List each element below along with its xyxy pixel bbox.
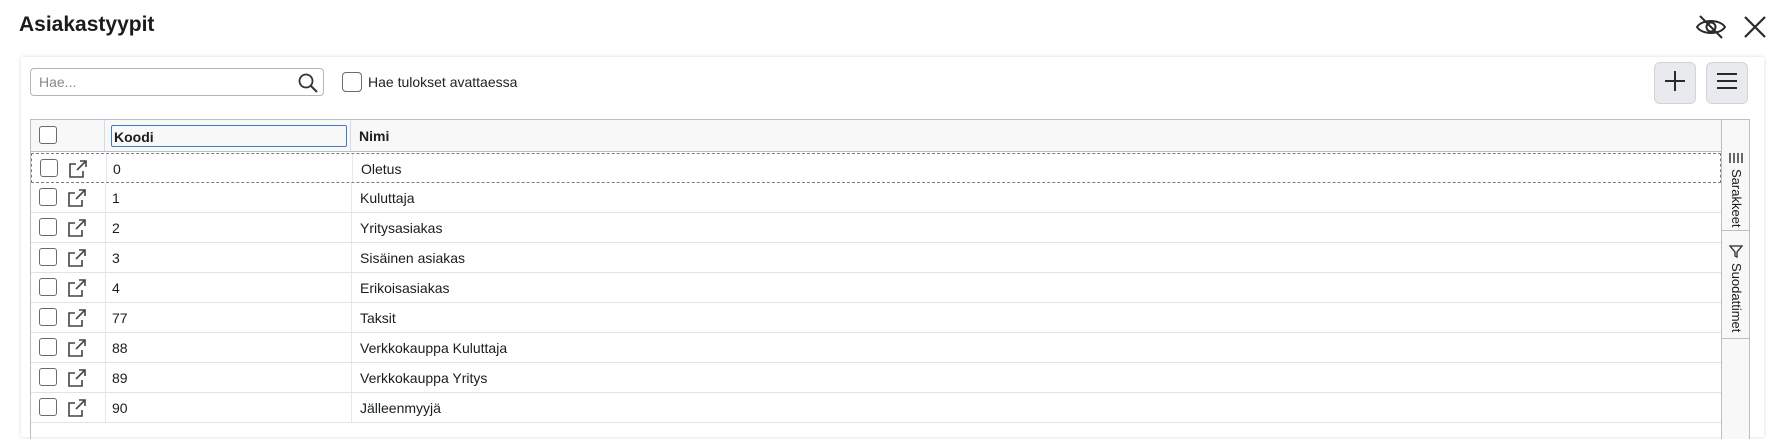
cell-code: 90 [112, 400, 128, 416]
column-divider [351, 303, 352, 332]
open-external-icon[interactable] [67, 398, 87, 418]
row-checkbox[interactable] [39, 218, 57, 236]
column-divider [105, 363, 106, 392]
open-external-icon[interactable] [68, 159, 88, 179]
open-external-icon[interactable] [67, 368, 87, 388]
header-name-label: Nimi [359, 128, 390, 144]
open-external-icon[interactable] [67, 188, 87, 208]
menu-button[interactable] [1706, 62, 1748, 104]
columns-panel-button[interactable]: Sarakkeet [1722, 135, 1749, 231]
row-checkbox[interactable] [39, 188, 57, 206]
column-divider [351, 273, 352, 302]
table-row[interactable]: 88 Verkkokauppa Kuluttaja [31, 333, 1721, 363]
filters-panel-label: Suodattimet [1729, 263, 1744, 333]
row-checkbox[interactable] [39, 248, 57, 266]
header-code[interactable]: Koodi [105, 120, 351, 151]
column-divider [105, 273, 106, 302]
table-row[interactable]: 89 Verkkokauppa Yritys [31, 363, 1721, 393]
table-row[interactable]: 77 Taksit [31, 303, 1721, 333]
row-checkbox[interactable] [39, 398, 57, 416]
column-divider [105, 213, 106, 242]
column-divider [351, 243, 352, 272]
column-divider [352, 154, 353, 182]
close-icon[interactable] [1738, 10, 1772, 44]
column-divider [105, 333, 106, 362]
open-external-icon[interactable] [67, 218, 87, 238]
filter-icon [1728, 245, 1744, 263]
cell-name: Kuluttaja [360, 190, 415, 206]
header-code-label: Koodi [114, 129, 154, 145]
row-checkbox[interactable] [39, 338, 57, 356]
column-divider [105, 183, 106, 212]
column-divider [351, 363, 352, 392]
open-external-icon[interactable] [67, 338, 87, 358]
table-row[interactable]: 4 Erikoisasiakas [31, 273, 1721, 303]
hamburger-menu-icon [1716, 71, 1738, 96]
column-divider [105, 303, 106, 332]
row-checkbox[interactable] [39, 368, 57, 386]
select-all-checkbox[interactable] [39, 126, 57, 144]
select-all-header [31, 120, 105, 151]
search-box [30, 68, 324, 96]
column-divider [106, 154, 107, 182]
data-grid: Koodi Nimi 0 Oletus 1 Kuluttaja 2 Yritysasiak… [30, 119, 1750, 439]
search-icon[interactable] [297, 72, 319, 94]
cell-code: 4 [112, 280, 120, 296]
columns-panel-label: Sarakkeet [1729, 169, 1744, 228]
row-checkbox[interactable] [39, 308, 57, 326]
cell-name: Verkkokauppa Yritys [360, 370, 488, 386]
cell-name: Sisäinen asiakas [360, 250, 466, 266]
column-divider [351, 183, 352, 212]
column-divider [351, 213, 352, 242]
column-divider [105, 393, 106, 422]
cell-code: 0 [113, 161, 121, 177]
cell-code: 89 [112, 370, 128, 386]
header-code-focus: Koodi [111, 125, 347, 147]
cell-name: Verkkokauppa Kuluttaja [360, 340, 508, 356]
cell-name: Oletus [361, 161, 402, 177]
table-row[interactable]: 2 Yritysasiakas [31, 213, 1721, 243]
eye-off-icon[interactable] [1694, 10, 1728, 44]
open-external-icon[interactable] [67, 308, 87, 328]
column-divider [351, 333, 352, 362]
cell-code: 1 [112, 190, 120, 206]
cell-code: 88 [112, 340, 128, 356]
table-row[interactable]: 0 Oletus [31, 153, 1721, 183]
table-row[interactable]: 3 Sisäinen asiakas [31, 243, 1721, 273]
header-name[interactable]: Nimi [351, 120, 1721, 151]
plus-icon [1663, 69, 1687, 98]
cell-code: 77 [112, 310, 128, 326]
search-on-open-label: Hae tulokset avattaessa [368, 74, 518, 90]
cell-name: Erikoisasiakas [360, 280, 450, 296]
row-checkbox[interactable] [39, 278, 57, 296]
cell-name: Jälleenmyyjä [360, 400, 441, 416]
cell-name: Taksit [360, 310, 396, 326]
filters-panel-button[interactable]: Suodattimet [1722, 231, 1749, 339]
open-external-icon[interactable] [67, 248, 87, 268]
cell-name: Yritysasiakas [360, 220, 443, 236]
table-row[interactable]: 1 Kuluttaja [31, 183, 1721, 213]
cell-code: 3 [112, 250, 120, 266]
column-divider [105, 243, 106, 272]
columns-icon [1729, 151, 1743, 169]
search-on-open-toggle[interactable]: Hae tulokset avattaessa [342, 72, 517, 92]
dialog-title: Asiakastyypit [19, 13, 155, 36]
add-button[interactable] [1654, 62, 1696, 104]
cell-code: 2 [112, 220, 120, 236]
open-external-icon[interactable] [67, 278, 87, 298]
grid-side-bar: Sarakkeet Suodattimet [1721, 120, 1749, 439]
search-on-open-checkbox[interactable] [342, 72, 362, 92]
search-input[interactable] [31, 69, 291, 95]
row-checkbox[interactable] [40, 159, 58, 177]
column-divider [351, 393, 352, 422]
grid-header-row: Koodi Nimi [31, 120, 1721, 152]
table-row[interactable]: 90 Jälleenmyyjä [31, 393, 1721, 423]
